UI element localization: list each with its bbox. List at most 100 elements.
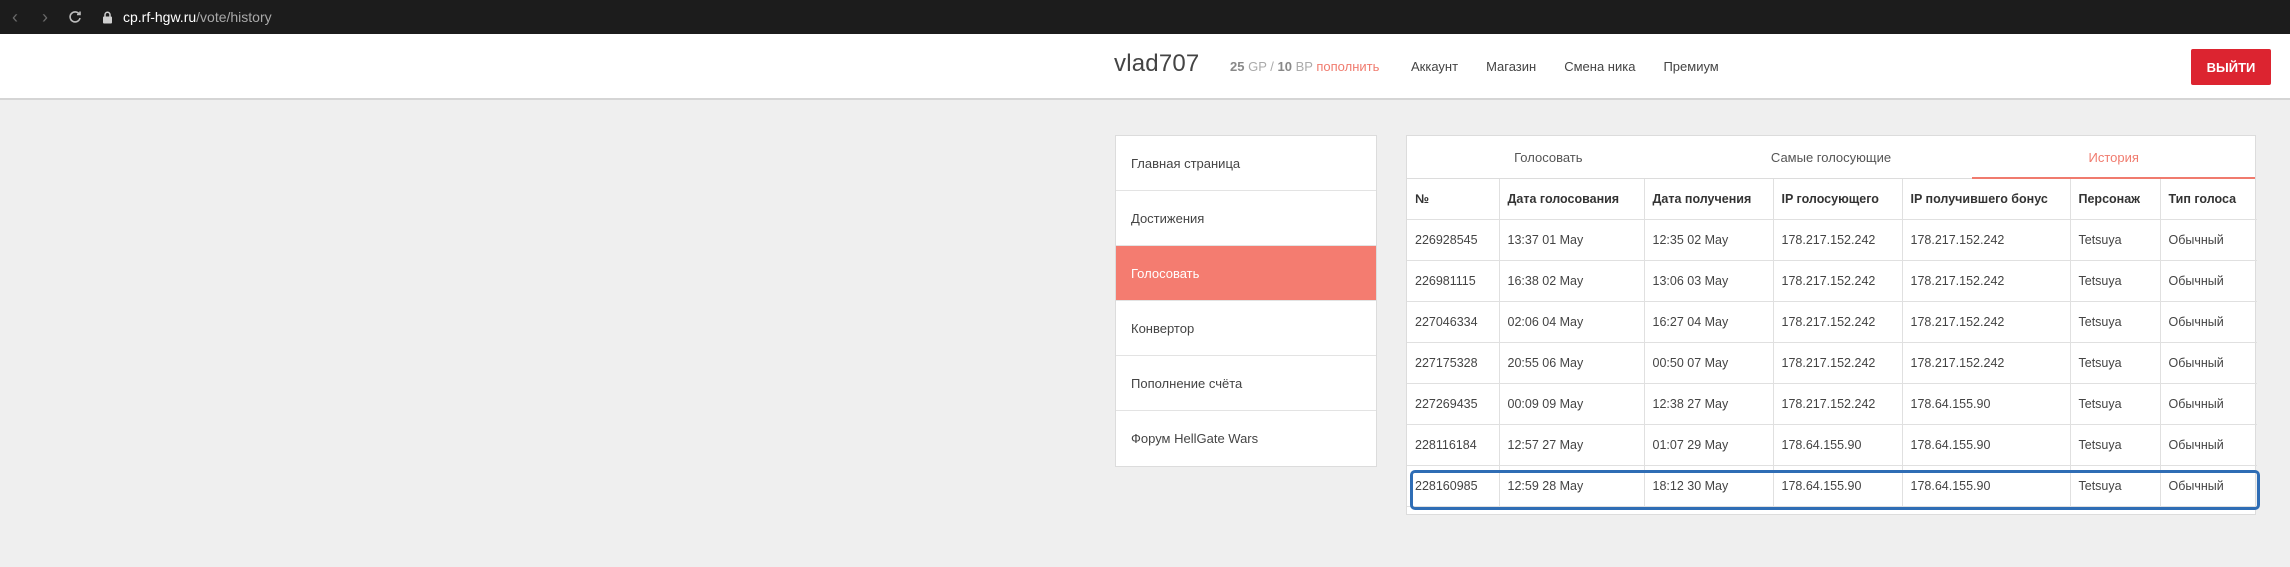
cell-voter-ip: 178.217.152.242 [1772,300,1903,343]
site-header: vlad707 25 GP / 10 BP пополнить Аккаунт … [0,34,2290,100]
sidebar: Главная страница Достижения Голосовать К… [1115,135,1377,467]
cell-number: 228160985 [1407,464,1500,507]
cell-voter-ip: 178.217.152.242 [1772,341,1903,384]
topup-link[interactable]: пополнить [1316,59,1379,74]
column-header-receive-date: Дата получения [1643,179,1774,220]
forward-icon[interactable]: › [30,0,60,34]
sidebar-item-topup[interactable]: Пополнение счёта [1116,356,1376,411]
cell-vote-date: 16:38 02 May [1498,259,1645,302]
cell-vote-type: Обычный [2159,300,2257,343]
column-header-vote-date: Дата голосования [1498,179,1645,220]
cell-bonus-ip: 178.217.152.242 [1901,341,2071,384]
nav-shop[interactable]: Магазин [1486,59,1536,74]
column-header-number: № [1407,179,1500,220]
tabs: Голосовать Самые голосующие История [1407,136,2255,179]
cell-receive-date: 12:35 02 May [1643,218,1774,261]
table-row: 227175328 20:55 06 May 00:50 07 May 178.… [1407,341,2257,384]
url-path: /vote/history [196,9,272,25]
browser-toolbar: ‹ › cp.rf-hgw.ru/vote/history [0,0,2290,34]
nav-account[interactable]: Аккаунт [1411,59,1458,74]
cell-character: Tetsuya [2069,423,2161,466]
cell-vote-type: Обычный [2159,382,2257,425]
cell-character: Tetsuya [2069,259,2161,302]
reload-icon[interactable] [60,0,90,34]
cell-character: Tetsuya [2069,464,2161,507]
cell-number: 226981115 [1407,259,1500,302]
table-row: 226981115 16:38 02 May 13:06 03 May 178.… [1407,259,2257,302]
sidebar-item-home[interactable]: Главная страница [1116,136,1376,191]
cell-receive-date: 18:12 30 May [1643,464,1774,507]
vote-history-panel: Голосовать Самые голосующие История № Да… [1406,135,2257,515]
column-header-voter-ip: IP голосующего [1772,179,1903,220]
cell-character: Tetsuya [2069,218,2161,261]
cell-bonus-ip: 178.217.152.242 [1901,218,2071,261]
lock-icon [102,11,113,24]
table-row: 227269435 00:09 09 May 12:38 27 May 178.… [1407,382,2257,425]
cell-vote-date: 02:06 04 May [1498,300,1645,343]
cell-character: Tetsuya [2069,300,2161,343]
cell-voter-ip: 178.64.155.90 [1772,423,1903,466]
cell-number: 226928545 [1407,218,1500,261]
cell-voter-ip: 178.217.152.242 [1772,382,1903,425]
cell-vote-type: Обычный [2159,259,2257,302]
gp-amount: 25 [1230,59,1245,74]
cell-bonus-ip: 178.217.152.242 [1901,300,2071,343]
cell-receive-date: 16:27 04 May [1643,300,1774,343]
table-row-highlighted: 228160985 12:59 28 May 18:12 30 May 178.… [1407,464,2257,507]
cell-bonus-ip: 178.64.155.90 [1901,423,2071,466]
table-row: 226928545 13:37 01 May 12:35 02 May 178.… [1407,218,2257,261]
top-nav: Аккаунт Магазин Смена ника Премиум [1411,59,1747,74]
tab-vote[interactable]: Голосовать [1407,136,1690,178]
cell-voter-ip: 178.64.155.90 [1772,464,1903,507]
sidebar-item-vote[interactable]: Голосовать [1116,246,1376,301]
cell-receive-date: 12:38 27 May [1643,382,1774,425]
tab-top-voters[interactable]: Самые голосующие [1690,136,1973,178]
cell-voter-ip: 178.217.152.242 [1772,218,1903,261]
balance-separator: / [1270,59,1274,74]
column-header-vote-type: Тип голоса [2159,179,2257,220]
back-icon[interactable]: ‹ [0,0,30,34]
cell-character: Tetsuya [2069,382,2161,425]
cell-number: 227046334 [1407,300,1500,343]
column-header-bonus-ip: IP получившего бонус [1901,179,2071,220]
gp-label: GP [1248,59,1267,74]
cell-character: Tetsuya [2069,341,2161,384]
cell-number: 227175328 [1407,341,1500,384]
table-row: 228116184 12:57 27 May 01:07 29 May 178.… [1407,423,2257,466]
cell-bonus-ip: 178.64.155.90 [1901,464,2071,507]
balance: 25 GP / 10 BP пополнить [1230,59,1379,74]
table-header-row: № Дата голосования Дата получения IP гол… [1407,179,2257,220]
cell-voter-ip: 178.217.152.242 [1772,259,1903,302]
sidebar-item-achievements[interactable]: Достижения [1116,191,1376,246]
cell-vote-date: 12:57 27 May [1498,423,1645,466]
bp-amount: 10 [1277,59,1292,74]
cell-bonus-ip: 178.64.155.90 [1901,382,2071,425]
cell-bonus-ip: 178.217.152.242 [1901,259,2071,302]
bp-label: BP [1295,59,1313,74]
table-row: 227046334 02:06 04 May 16:27 04 May 178.… [1407,300,2257,343]
cell-vote-date: 12:59 28 May [1498,464,1645,507]
cell-vote-date: 13:37 01 May [1498,218,1645,261]
cell-receive-date: 13:06 03 May [1643,259,1774,302]
url-host: cp.rf-hgw.ru [123,9,197,25]
nav-change-nick[interactable]: Смена ника [1564,59,1635,74]
cell-vote-date: 20:55 06 May [1498,341,1645,384]
vote-history-table: № Дата голосования Дата получения IP гол… [1407,179,2257,507]
cell-vote-type: Обычный [2159,423,2257,466]
cell-receive-date: 00:50 07 May [1643,341,1774,384]
sidebar-item-converter[interactable]: Конвертор [1116,301,1376,356]
cell-vote-date: 00:09 09 May [1498,382,1645,425]
username: vlad707 [1114,50,1200,77]
cell-vote-type: Обычный [2159,341,2257,384]
cell-number: 227269435 [1407,382,1500,425]
cell-number: 228116184 [1407,423,1500,466]
cell-vote-type: Обычный [2159,464,2257,507]
address-bar[interactable]: cp.rf-hgw.ru/vote/history [102,9,272,25]
cell-receive-date: 01:07 29 May [1643,423,1774,466]
sidebar-item-forum[interactable]: Форум HellGate Wars [1116,411,1376,466]
cell-vote-type: Обычный [2159,218,2257,261]
nav-premium[interactable]: Премиум [1663,59,1718,74]
tab-history[interactable]: История [1972,136,2255,179]
column-header-character: Персонаж [2069,179,2161,220]
logout-button[interactable]: ВЫЙТИ [2191,49,2271,85]
